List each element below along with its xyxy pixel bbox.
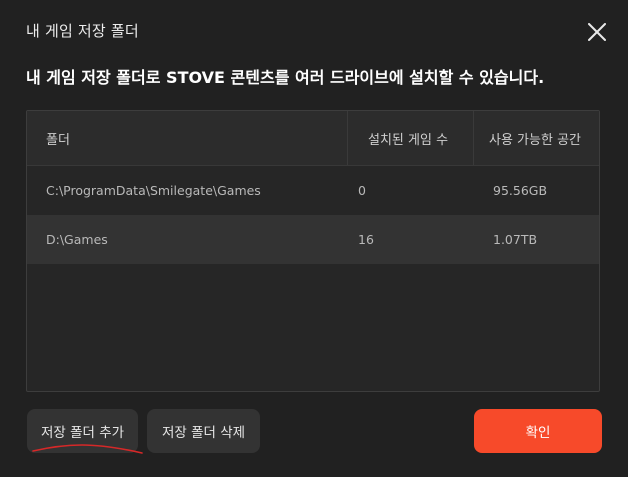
folder-table: 폴더 설치된 게임 수 사용 가능한 공간 C:\ProgramData\Smi… xyxy=(26,110,600,392)
delete-folder-button[interactable]: 저장 폴더 삭제 xyxy=(147,409,260,453)
header-available-space: 사용 가능한 공간 xyxy=(473,111,599,165)
row-installed-games: 0 xyxy=(358,183,366,198)
table-row[interactable]: D:\Games 16 1.07TB xyxy=(27,215,599,264)
table-row[interactable]: C:\ProgramData\Smilegate\Games 0 95.56GB xyxy=(27,166,599,215)
close-button[interactable] xyxy=(584,19,610,45)
add-folder-button[interactable]: 저장 폴더 추가 xyxy=(27,409,138,453)
table-header: 폴더 설치된 게임 수 사용 가능한 공간 xyxy=(27,111,599,166)
header-folder: 폴더 xyxy=(46,132,70,148)
folder-settings-dialog: 내 게임 저장 폴더 내 게임 저장 폴더로 STOVE 콘텐츠를 여러 드라이… xyxy=(0,0,628,477)
row-available-space: 1.07TB xyxy=(493,232,538,247)
confirm-button[interactable]: 확인 xyxy=(474,409,602,453)
row-installed-games: 16 xyxy=(358,232,374,247)
header-installed-games: 설치된 게임 수 xyxy=(347,111,473,165)
close-icon xyxy=(588,23,606,41)
row-folder-path: C:\ProgramData\Smilegate\Games xyxy=(46,183,261,198)
dialog-description: 내 게임 저장 폴더로 STOVE 콘텐츠를 여러 드라이브에 설치할 수 있습… xyxy=(26,68,545,87)
dialog-title: 내 게임 저장 폴더 xyxy=(26,22,139,40)
row-folder-path: D:\Games xyxy=(46,232,108,247)
row-available-space: 95.56GB xyxy=(493,183,548,198)
